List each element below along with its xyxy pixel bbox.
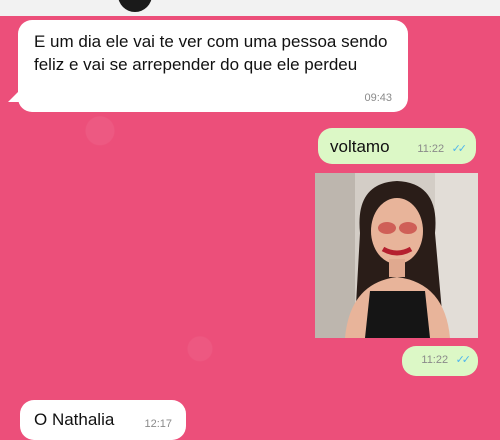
message-text: voltamo: [330, 137, 390, 156]
incoming-message[interactable]: E um dia ele vai te ver com uma pessoa s…: [18, 20, 408, 112]
read-ticks-icon: ✓✓: [455, 354, 472, 366]
photo-image: [315, 173, 478, 338]
message-time: 11:22: [417, 143, 445, 155]
outgoing-message[interactable]: voltamo 11:22 ✓✓: [318, 128, 476, 164]
message-time: 11:22: [421, 354, 449, 366]
read-ticks-icon: ✓✓: [451, 143, 468, 155]
chat-header: [0, 0, 500, 16]
incoming-message[interactable]: O Nathalia 12:17: [20, 400, 186, 440]
contact-avatar[interactable]: [118, 0, 152, 12]
message-text: E um dia ele vai te ver com uma pessoa s…: [34, 32, 388, 74]
photo-caption-bar: 11:22 ✓✓: [402, 346, 478, 376]
message-time: 12:17: [144, 418, 172, 430]
message-time: 09:43: [364, 92, 392, 104]
message-text: O Nathalia: [34, 410, 115, 429]
photo-message[interactable]: [315, 173, 478, 338]
